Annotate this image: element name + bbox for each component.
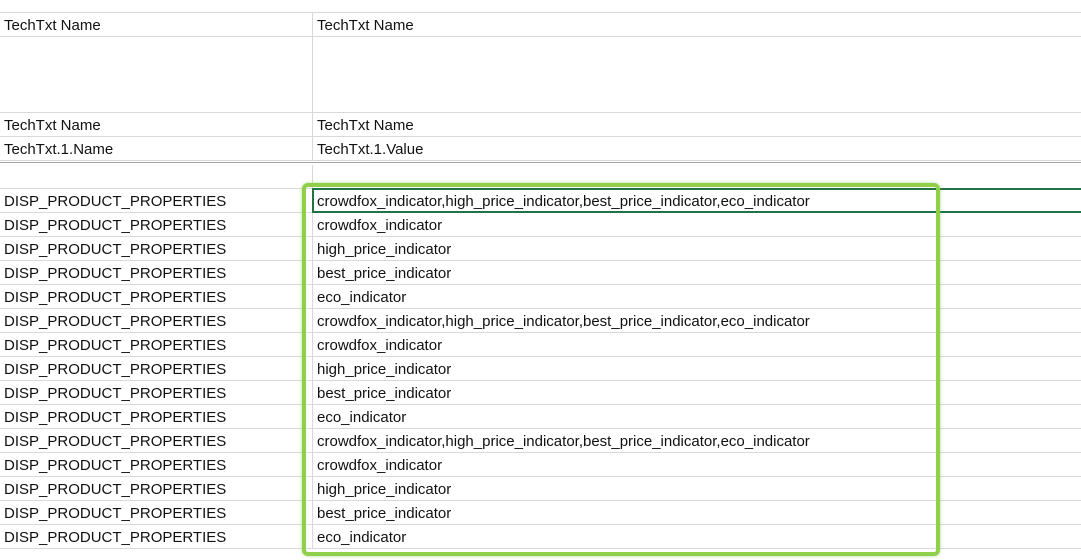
cell-a[interactable]: DISP_PRODUCT_PROPERTIES — [0, 261, 312, 284]
cell-b[interactable] — [312, 165, 1081, 188]
cell-a[interactable]: DISP_PRODUCT_PROPERTIES — [0, 525, 312, 548]
cell-b[interactable]: TechTxt.1.Value — [312, 137, 1081, 160]
table-row: DISP_PRODUCT_PROPERTIES high_price_indic… — [0, 477, 1081, 501]
table-row: DISP_PRODUCT_PROPERTIES crowdfox_indicat… — [0, 453, 1081, 477]
table-row: DISP_PRODUCT_PROPERTIES crowdfox_indicat… — [0, 429, 1081, 453]
cell-a[interactable]: DISP_PRODUCT_PROPERTIES — [0, 333, 312, 356]
header-row — [0, 37, 1081, 113]
cell-b[interactable]: TechTxt Name — [312, 13, 1081, 36]
cell-b[interactable]: crowdfox_indicator — [312, 453, 1081, 476]
cell-a[interactable]: DISP_PRODUCT_PROPERTIES — [0, 285, 312, 308]
cell-a[interactable]: TechTxt.1.Name — [0, 137, 312, 160]
cell-a[interactable]: DISP_PRODUCT_PROPERTIES — [0, 237, 312, 260]
cell-b[interactable]: eco_indicator — [312, 525, 1081, 548]
cell-a[interactable]: DISP_PRODUCT_PROPERTIES — [0, 405, 312, 428]
table-row: DISP_PRODUCT_PROPERTIES crowdfox_indicat… — [0, 333, 1081, 357]
table-row: DISP_PRODUCT_PROPERTIES crowdfox_indicat… — [0, 189, 1081, 213]
cell-b[interactable]: crowdfox_indicator — [312, 333, 1081, 356]
cell-b[interactable]: best_price_indicator — [312, 501, 1081, 524]
header-row: TechTxt.1.Name TechTxt.1.Value — [0, 137, 1081, 161]
cell-a[interactable] — [0, 165, 312, 188]
cell-a[interactable]: TechTxt Name — [0, 13, 312, 36]
cell-a[interactable]: DISP_PRODUCT_PROPERTIES — [0, 453, 312, 476]
table-row: DISP_PRODUCT_PROPERTIES eco_indicator — [0, 405, 1081, 429]
cell-a[interactable]: DISP_PRODUCT_PROPERTIES — [0, 501, 312, 524]
cell-a[interactable]: DISP_PRODUCT_PROPERTIES — [0, 309, 312, 332]
cell-a[interactable]: DISP_PRODUCT_PROPERTIES — [0, 429, 312, 452]
spreadsheet-grid: TechTxt Name TechTxt Name TechTxt Name T… — [0, 0, 1081, 560]
cell-a[interactable]: DISP_PRODUCT_PROPERTIES — [0, 381, 312, 404]
cell-b[interactable]: crowdfox_indicator,high_price_indicator,… — [312, 429, 1081, 452]
table-row: DISP_PRODUCT_PROPERTIES best_price_indic… — [0, 261, 1081, 285]
cell-b[interactable]: high_price_indicator — [312, 357, 1081, 380]
table-row: DISP_PRODUCT_PROPERTIES high_price_indic… — [0, 357, 1081, 381]
table-row: DISP_PRODUCT_PROPERTIES eco_indicator — [0, 525, 1081, 549]
freeze-pane-divider — [0, 162, 1081, 163]
header-row: TechTxt Name TechTxt Name — [0, 113, 1081, 137]
cell-b[interactable]: high_price_indicator — [312, 237, 1081, 260]
cell-a[interactable]: DISP_PRODUCT_PROPERTIES — [0, 477, 312, 500]
table-row: DISP_PRODUCT_PROPERTIES eco_indicator — [0, 285, 1081, 309]
cell-b[interactable]: eco_indicator — [312, 285, 1081, 308]
cell-b[interactable]: eco_indicator — [312, 405, 1081, 428]
table-row: DISP_PRODUCT_PROPERTIES best_price_indic… — [0, 501, 1081, 525]
cell-b[interactable]: best_price_indicator — [312, 261, 1081, 284]
cell-b[interactable]: crowdfox_indicator,high_price_indicator,… — [312, 189, 1081, 212]
table-row: DISP_PRODUCT_PROPERTIES crowdfox_indicat… — [0, 213, 1081, 237]
cell-b[interactable]: TechTxt Name — [312, 113, 1081, 136]
table-row: DISP_PRODUCT_PROPERTIES high_price_indic… — [0, 237, 1081, 261]
table-row: DISP_PRODUCT_PROPERTIES best_price_indic… — [0, 381, 1081, 405]
header-row: TechTxt Name TechTxt Name — [0, 13, 1081, 37]
cell-a[interactable]: DISP_PRODUCT_PROPERTIES — [0, 213, 312, 236]
table-row: DISP_PRODUCT_PROPERTIES crowdfox_indicat… — [0, 309, 1081, 333]
empty-row — [0, 165, 1081, 189]
cell-a[interactable] — [0, 37, 312, 112]
cell-b[interactable] — [312, 37, 1081, 112]
cell-b[interactable]: high_price_indicator — [312, 477, 1081, 500]
cell-a[interactable]: TechTxt Name — [0, 113, 312, 136]
cell-a[interactable]: DISP_PRODUCT_PROPERTIES — [0, 189, 312, 212]
cell-b[interactable]: crowdfox_indicator,high_price_indicator,… — [312, 309, 1081, 332]
cell-b[interactable]: crowdfox_indicator — [312, 213, 1081, 236]
cell-b[interactable]: best_price_indicator — [312, 381, 1081, 404]
cell-a[interactable]: DISP_PRODUCT_PROPERTIES — [0, 357, 312, 380]
